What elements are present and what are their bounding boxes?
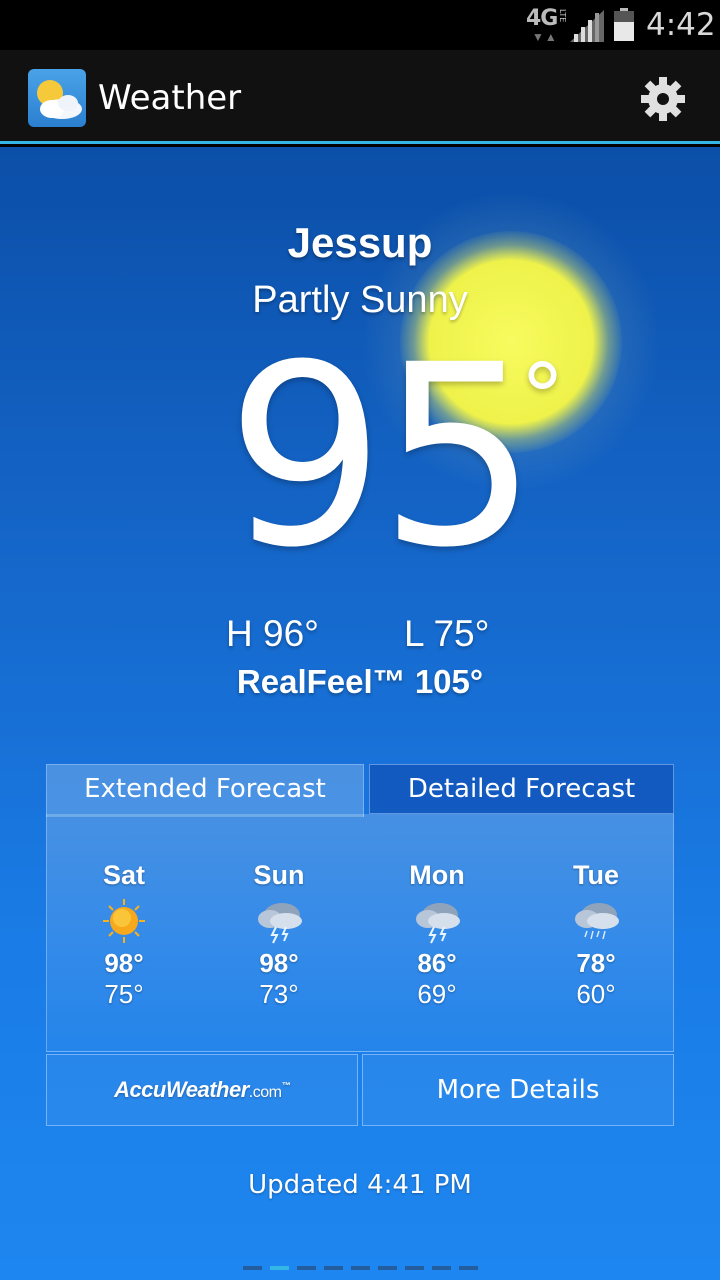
page-dot — [431, 1266, 451, 1270]
page-dot — [350, 1266, 370, 1270]
network-subtype: LTE — [558, 9, 567, 23]
forecast-low: 69° — [417, 979, 457, 1009]
tab-extended-forecast[interactable]: Extended Forecast — [46, 764, 364, 817]
accuweather-logo: AccuWeather.com™ — [114, 1077, 290, 1102]
forecast-day-name: Tue — [573, 860, 619, 890]
forecast-high: 86° — [417, 948, 457, 978]
sun-icon — [103, 899, 145, 943]
app-title: Weather — [98, 78, 242, 118]
thunderstorm-icon — [258, 903, 302, 944]
page-dot — [458, 1266, 478, 1270]
forecast-low: 60° — [576, 979, 616, 1009]
current-temperature: 95 — [226, 311, 538, 602]
forecast-day[interactable]: Mon 86° 69° — [357, 860, 517, 1010]
forecast-card: Sat 98° 75° Sun 98° 73° Mon 86° 69° Tue … — [46, 814, 674, 1052]
forecast-day[interactable]: Sun 98° 73° — [199, 860, 359, 1010]
city-name: Jessup — [287, 219, 433, 266]
status-bar: 4G LTE ▼▲ 4:42 — [0, 0, 720, 50]
degree-symbol: ° — [520, 345, 565, 450]
page-dot — [242, 1266, 262, 1270]
gear-icon — [641, 77, 685, 121]
thunderstorm-icon — [416, 903, 460, 944]
forecast-day-name: Sun — [253, 860, 305, 890]
forecast-day-name: Mon — [409, 860, 465, 890]
forecast-high: 98° — [259, 948, 299, 978]
rain-cloud-icon — [575, 903, 619, 940]
tab-detailed-forecast[interactable]: Detailed Forecast — [369, 764, 674, 814]
forecast-high: 98° — [104, 948, 144, 978]
forecast-high: 78° — [576, 948, 616, 978]
last-updated: Updated 4:41 PM — [248, 1170, 472, 1200]
weather-app-icon[interactable] — [28, 69, 86, 127]
page-indicator — [0, 1266, 720, 1270]
status-time: 4:42 — [646, 7, 716, 43]
forecast-day-name: Sat — [102, 860, 146, 890]
page-dot — [377, 1266, 397, 1270]
weather-panel: Jessup Partly Sunny 95 ° H 96° L 75° Rea… — [0, 147, 720, 1280]
low-temperature: L 75° — [404, 613, 490, 654]
realfeel-temperature: RealFeel™ 105° — [236, 663, 484, 700]
network-type: 4G — [526, 6, 558, 31]
forecast-low: 73° — [259, 979, 299, 1009]
page-dot — [296, 1266, 316, 1270]
page-dot — [404, 1266, 424, 1270]
data-activity-icon: ▼▲ — [532, 30, 558, 44]
signal-strength-icon — [570, 10, 604, 42]
high-temperature: H 96° — [226, 613, 319, 654]
forecast-day[interactable]: Sat 98° 75° — [44, 860, 204, 1010]
forecast-low: 75° — [104, 979, 144, 1009]
page-dot — [323, 1266, 343, 1270]
accuweather-button[interactable]: AccuWeather.com™ — [46, 1054, 358, 1126]
forecast-day[interactable]: Tue 78° 60° — [516, 860, 676, 1010]
battery-icon — [614, 8, 634, 41]
action-bar: Weather — [0, 50, 720, 144]
settings-button[interactable] — [636, 72, 690, 126]
page-dot-active — [269, 1266, 289, 1270]
more-details-button[interactable]: More Details — [362, 1054, 674, 1126]
